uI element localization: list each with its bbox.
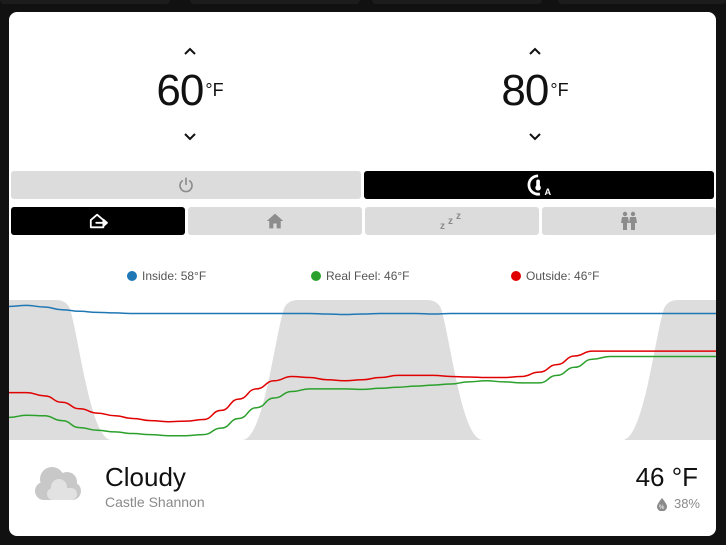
high-setpoint-unit: °F — [550, 80, 569, 100]
legend-dot-inside — [127, 271, 137, 281]
people-icon — [621, 211, 637, 230]
low-setpoint-unit: °F — [205, 80, 224, 100]
top-bar-segment — [190, 0, 360, 4]
high-setpoint-number: 80 — [501, 66, 549, 115]
top-bar — [0, 0, 726, 10]
thermostat-auto-icon: A — [527, 174, 551, 196]
low-setpoint-number: 60 — [156, 66, 204, 115]
svg-text:z: z — [456, 211, 461, 222]
high-decrease-chevron-down-icon[interactable] — [465, 126, 605, 147]
night-band — [9, 300, 112, 440]
legend-label-outside: Outside: 46°F — [526, 269, 600, 283]
svg-text:z: z — [448, 216, 453, 227]
legend-label-real-feel: Real Feel: 46°F — [326, 269, 410, 283]
away-icon — [89, 213, 108, 229]
weather-humidity: % 38% — [656, 496, 700, 511]
legend-item-real-feel[interactable]: Real Feel: 46°F — [311, 269, 410, 283]
night-band — [622, 300, 716, 440]
preset-occupied-button[interactable] — [542, 207, 716, 235]
top-bar-segment — [372, 0, 542, 4]
night-band — [242, 300, 483, 440]
weather-humidity-value: 38% — [673, 496, 700, 511]
chart-legend: Inside: 58°F Real Feel: 46°F Outside: 46… — [9, 269, 716, 285]
thermostat-card: 60 °F 80 °F A z z z Inside: 58°F Real Fe… — [9, 12, 716, 536]
power-icon — [179, 177, 193, 193]
weather-temperature: 46 °F — [635, 462, 698, 492]
high-increase-chevron-up-icon[interactable] — [465, 40, 605, 61]
preset-sleep-button[interactable]: z z z — [365, 207, 539, 235]
legend-item-outside[interactable]: Outside: 46°F — [511, 269, 600, 283]
svg-text:%: % — [659, 505, 665, 511]
legend-item-inside[interactable]: Inside: 58°F — [127, 269, 206, 283]
low-decrease-chevron-down-icon[interactable] — [120, 126, 260, 147]
low-increase-chevron-up-icon[interactable] — [120, 40, 260, 61]
sleep-icon: z z z — [440, 211, 461, 231]
weather-condition: Cloudy — [105, 462, 186, 492]
preset-home-button[interactable] — [188, 207, 362, 235]
svg-text:A: A — [545, 187, 552, 196]
hvac-off-button[interactable] — [11, 171, 361, 199]
top-bar-segment — [558, 0, 726, 4]
preset-away-button[interactable] — [11, 207, 185, 235]
legend-dot-real-feel — [311, 271, 321, 281]
high-setpoint-value: 80 °F — [465, 66, 605, 116]
hvac-auto-button[interactable]: A — [364, 171, 714, 199]
legend-dot-outside — [511, 271, 521, 281]
cloudy-icon — [35, 467, 81, 500]
top-bar-segment — [0, 0, 170, 4]
low-setpoint-value: 60 °F — [120, 66, 260, 116]
low-setpoint: 60 °F — [120, 40, 260, 160]
home-icon — [266, 213, 284, 229]
weather-location: Castle Shannon — [105, 494, 205, 510]
temperature-history-chart — [9, 300, 716, 440]
high-setpoint: 80 °F — [465, 40, 605, 160]
legend-label-inside: Inside: 58°F — [142, 269, 207, 283]
humidity-drop-icon: % — [656, 497, 667, 511]
svg-text:z: z — [440, 221, 445, 231]
